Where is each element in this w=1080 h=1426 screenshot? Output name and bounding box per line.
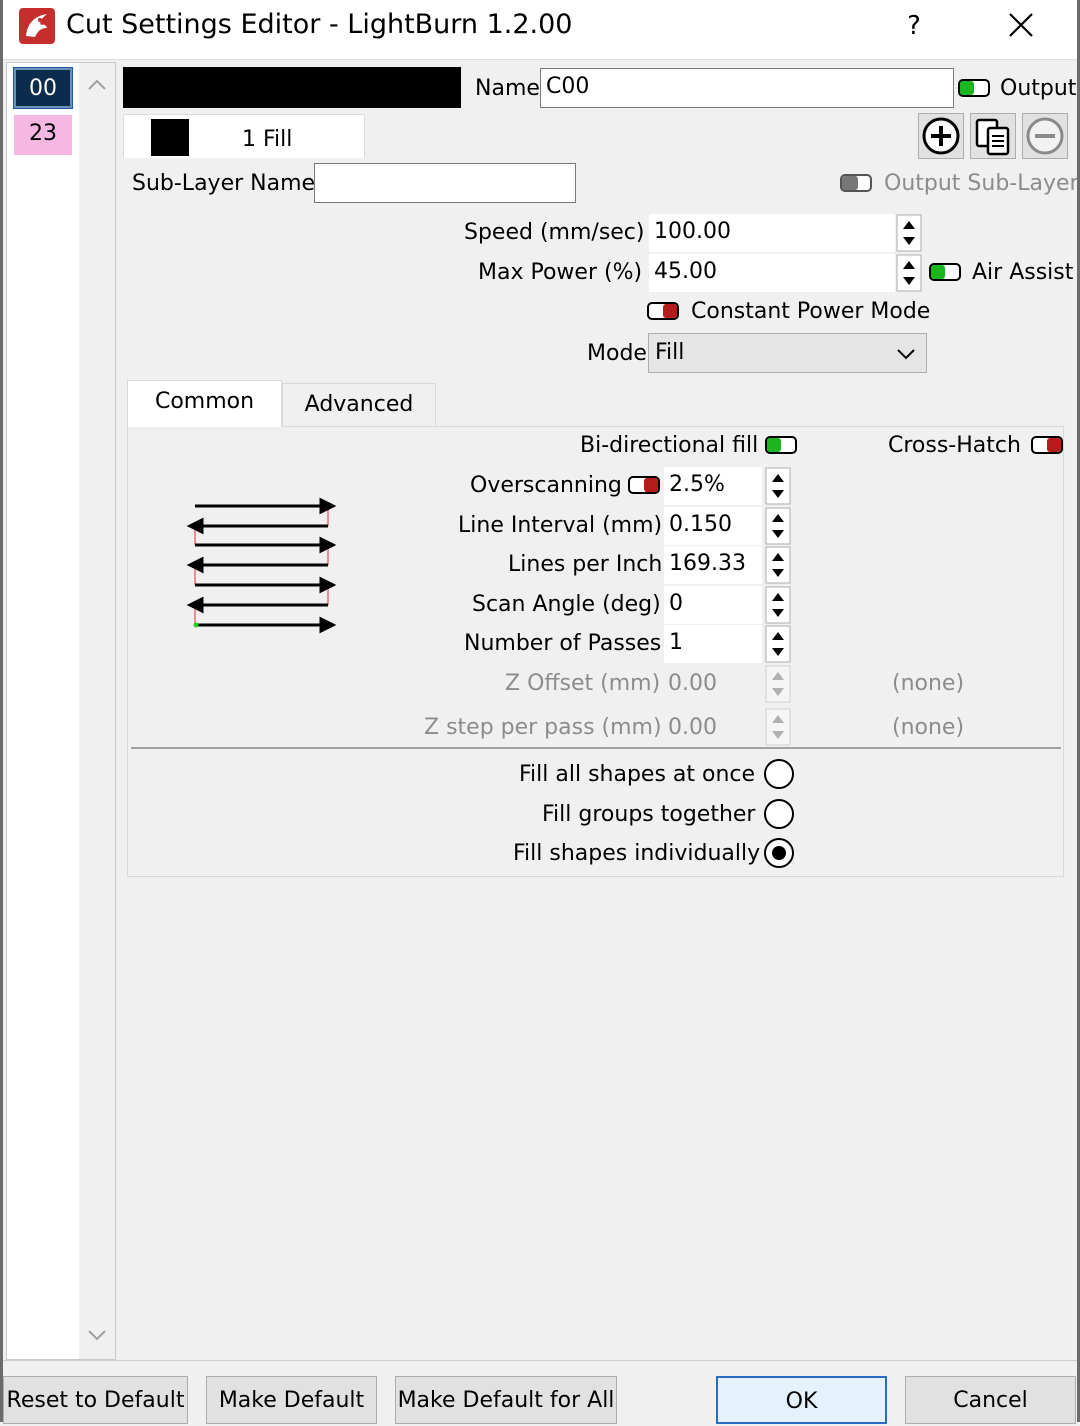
z-offset-suffix: (none) xyxy=(892,671,965,696)
z-step-suffix: (none) xyxy=(892,715,965,740)
overscanning-spinner[interactable] xyxy=(765,467,791,505)
lines-per-inch-input[interactable]: 169.33 xyxy=(664,546,762,584)
z-offset-label: Z Offset (mm) xyxy=(505,671,661,696)
max-power-input[interactable]: 45.00 xyxy=(649,254,895,292)
lines-per-inch-spinner[interactable] xyxy=(765,546,791,584)
layer-item-00[interactable]: 00 xyxy=(13,67,73,109)
output-toggle[interactable] xyxy=(958,79,990,97)
bidirectional-fill-label: Bi-directional fill xyxy=(580,433,759,458)
mode-select-value: Fill xyxy=(655,340,685,365)
fill-direction-preview xyxy=(185,495,340,635)
layer-name-input[interactable]: C00 xyxy=(540,68,954,108)
layer-item-23[interactable]: 23 xyxy=(14,115,72,155)
window-title: Cut Settings Editor - LightBurn 1.2.00 xyxy=(66,9,573,40)
close-icon[interactable] xyxy=(996,4,1046,48)
layer-list[interactable]: 00 23 xyxy=(6,62,116,1360)
chevron-down-icon[interactable] xyxy=(79,1321,115,1351)
footer-divider xyxy=(0,1360,1080,1361)
sublayer-name-label: Sub-Layer Name xyxy=(132,171,316,196)
fill-all-at-once-label: Fill all shapes at once xyxy=(519,762,756,787)
window-border-left xyxy=(0,0,3,1422)
fill-groups-together-label: Fill groups together xyxy=(542,802,756,827)
remove-sublayer-icon[interactable] xyxy=(1022,113,1068,159)
max-power-spinner[interactable] xyxy=(896,254,922,292)
z-step-spinner xyxy=(765,708,791,746)
z-step-input: 0.00 xyxy=(668,715,717,740)
output-label: Output xyxy=(1000,76,1077,101)
passes-input[interactable]: 1 xyxy=(664,625,762,663)
sublayer-name-input[interactable] xyxy=(314,163,576,203)
cross-hatch-toggle[interactable] xyxy=(1031,436,1063,454)
overscanning-input[interactable]: 2.5% xyxy=(664,467,762,505)
speed-spinner[interactable] xyxy=(896,214,922,252)
air-assist-label: Air Assist xyxy=(972,260,1074,285)
output-sublayer-label: Output Sub-Layer xyxy=(884,171,1079,196)
layer-list-scrollbar[interactable] xyxy=(79,63,115,1359)
ok-button[interactable]: OK xyxy=(716,1376,887,1424)
passes-label: Number of Passes xyxy=(464,631,662,656)
scan-angle-input[interactable]: 0 xyxy=(664,586,762,624)
scan-angle-spinner[interactable] xyxy=(765,586,791,624)
bidirectional-fill-toggle[interactable] xyxy=(765,436,797,454)
line-interval-label: Line Interval (mm) xyxy=(458,513,663,538)
z-offset-input: 0.00 xyxy=(668,671,717,696)
fill-groups-together-radio[interactable] xyxy=(764,799,794,829)
fill-shapes-individually-label: Fill shapes individually xyxy=(513,841,761,866)
scan-angle-label: Scan Angle (deg) xyxy=(472,592,661,617)
cancel-button[interactable]: Cancel xyxy=(905,1376,1076,1424)
chevron-up-icon[interactable] xyxy=(79,69,115,99)
line-interval-spinner[interactable] xyxy=(765,507,791,545)
constant-power-label: Constant Power Mode xyxy=(691,299,931,324)
speed-label: Speed (mm/sec) xyxy=(464,220,645,245)
lines-per-inch-label: Lines per Inch xyxy=(508,552,663,577)
tab-advanced[interactable]: Advanced xyxy=(282,383,436,427)
air-assist-toggle[interactable] xyxy=(929,263,961,281)
reset-to-default-button[interactable]: Reset to Default xyxy=(3,1376,188,1424)
add-sublayer-icon[interactable] xyxy=(918,113,964,159)
z-step-label: Z step per pass (mm) xyxy=(424,715,662,740)
fill-all-at-once-radio[interactable] xyxy=(764,759,794,789)
mode-select[interactable]: Fill xyxy=(648,333,927,373)
divider xyxy=(131,747,1061,749)
max-power-label: Max Power (%) xyxy=(478,260,643,285)
cross-hatch-label: Cross-Hatch xyxy=(888,433,1021,458)
layer-color-swatch[interactable] xyxy=(123,67,461,108)
overscanning-toggle[interactable] xyxy=(628,476,660,494)
overscanning-label: Overscanning xyxy=(470,473,622,498)
copy-sublayer-icon[interactable] xyxy=(970,113,1016,159)
fill-shapes-individually-radio[interactable] xyxy=(764,838,794,868)
name-label: Name xyxy=(475,76,540,101)
tab-common[interactable]: Common xyxy=(127,380,282,427)
z-offset-spinner xyxy=(765,665,791,703)
speed-input[interactable]: 100.00 xyxy=(649,214,895,252)
chevron-down-icon xyxy=(893,342,919,372)
make-default-for-all-button[interactable]: Make Default for All xyxy=(395,1376,617,1424)
line-interval-input[interactable]: 0.150 xyxy=(664,507,762,545)
mode-label: Mode xyxy=(587,341,647,366)
make-default-button[interactable]: Make Default xyxy=(206,1376,377,1424)
help-button[interactable]: ? xyxy=(892,4,936,48)
lightburn-logo-icon xyxy=(17,6,57,46)
sublayer-tab-label: 1 Fill xyxy=(242,127,293,152)
passes-spinner[interactable] xyxy=(765,625,791,663)
sublayer-color-swatch xyxy=(151,119,189,156)
constant-power-toggle[interactable] xyxy=(647,302,679,320)
output-sublayer-toggle xyxy=(840,174,872,192)
